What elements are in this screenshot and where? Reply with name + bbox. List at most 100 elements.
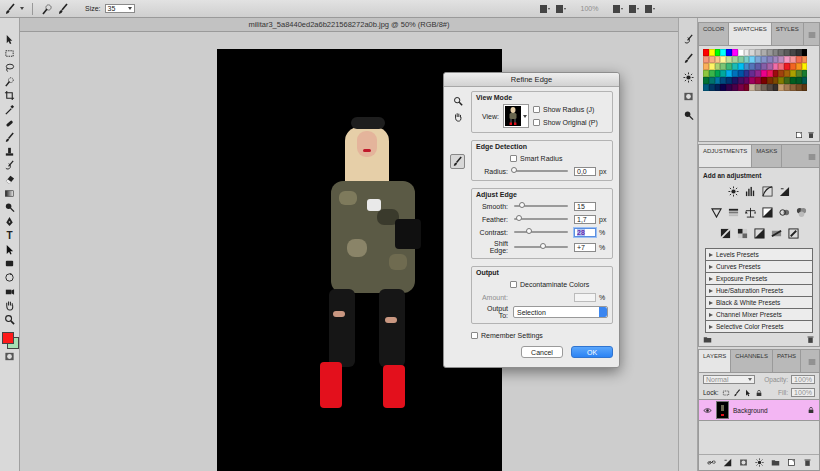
value-field[interactable]: 0,0 — [574, 167, 596, 176]
move-tool-icon[interactable] — [4, 34, 15, 45]
workspace-icon[interactable] — [628, 3, 640, 15]
value-field[interactable]: 28 — [574, 228, 596, 237]
layer-style-icon[interactable] — [723, 458, 732, 467]
lock-image-icon[interactable] — [733, 389, 741, 397]
slider-track[interactable] — [514, 205, 568, 207]
new-group-icon[interactable] — [771, 458, 780, 467]
brightness-icon[interactable] — [728, 186, 739, 197]
curves-icon[interactable] — [762, 186, 773, 197]
threshold-icon[interactable] — [754, 228, 765, 239]
arrange-icon[interactable] — [555, 3, 567, 15]
document-tab[interactable]: militar3_5a8440ed2a6b221568272a0b.jpg @ … — [20, 18, 678, 32]
slider-thumb[interactable] — [511, 167, 517, 173]
panel-menu-icon[interactable] — [808, 31, 816, 39]
quick-mask-icon[interactable] — [4, 351, 15, 362]
panel-tab[interactable]: STYLES — [772, 23, 804, 45]
lock-position-icon[interactable] — [744, 389, 752, 397]
panel-tab[interactable]: COLOR — [699, 23, 729, 45]
3d-camera-tool-icon[interactable] — [4, 286, 15, 297]
cancel-button[interactable]: Cancel — [521, 346, 563, 358]
panel-tab[interactable]: MASKS — [752, 145, 782, 167]
3d-rotate-tool-icon[interactable] — [4, 272, 15, 283]
value[interactable]: 1,7 — [577, 216, 587, 223]
preset-label[interactable]: Levels Presets — [716, 251, 759, 258]
black-white-icon[interactable] — [762, 207, 773, 218]
slider-track[interactable] — [514, 231, 568, 233]
tab-label[interactable]: MASKS — [756, 148, 777, 154]
lock-pixels-icon[interactable] — [722, 389, 730, 397]
preset-item[interactable]: Selective Color Presets — [705, 320, 813, 333]
add-to-selection-icon[interactable] — [57, 3, 69, 15]
foreground-color[interactable] — [2, 332, 14, 344]
gradient-map-icon[interactable] — [771, 228, 782, 239]
blend-mode-dropdown[interactable]: Normal — [703, 375, 755, 384]
value[interactable]: 28 — [577, 229, 585, 236]
quick-select-icon[interactable] — [41, 3, 53, 15]
fill-field[interactable]: 100% — [791, 388, 815, 397]
checkbox[interactable] — [471, 332, 478, 339]
zoom-tool-icon[interactable] — [453, 96, 463, 106]
panel-tab[interactable]: CHANNELS — [731, 350, 773, 372]
tab-label[interactable]: SWATCHES — [733, 26, 766, 32]
value[interactable]: 15 — [577, 203, 585, 210]
fill-value[interactable]: 100% — [794, 389, 812, 396]
preset-label[interactable]: Curves Presets — [716, 263, 760, 270]
link-layers-icon[interactable] — [707, 458, 716, 467]
photo-filter-icon[interactable] — [779, 207, 790, 218]
checkbox[interactable] — [533, 119, 540, 126]
tab-label[interactable]: STYLES — [776, 26, 799, 32]
swatch[interactable] — [802, 77, 808, 84]
color-balance-icon[interactable] — [745, 207, 756, 218]
quick-selection-tool-icon[interactable] — [4, 76, 15, 87]
marquee-tool-icon[interactable] — [4, 48, 15, 59]
crop-tool-icon[interactable] — [4, 90, 15, 101]
levels-icon[interactable] — [745, 186, 756, 197]
visibility-eye-icon[interactable] — [703, 406, 712, 415]
panel-tab[interactable]: ADJUSTMENTS — [699, 145, 752, 167]
panel-menu-icon[interactable] — [808, 153, 816, 161]
shape-tool-icon[interactable] — [4, 258, 15, 269]
channel-mixer-icon[interactable] — [796, 207, 807, 218]
preset-label[interactable]: Channel Mixer Presets — [716, 311, 782, 318]
button-label[interactable]: OK — [587, 349, 597, 356]
masks-panel-icon[interactable] — [683, 91, 694, 102]
swatch[interactable] — [802, 63, 808, 70]
type-tool[interactable]: T — [6, 230, 12, 241]
layer-row[interactable]: Background — [699, 399, 819, 421]
slider-track[interactable] — [514, 218, 568, 220]
gradient-tool-icon[interactable] — [4, 188, 15, 199]
checkbox[interactable] — [510, 281, 517, 288]
hand-tool-icon[interactable] — [4, 300, 15, 311]
swatch[interactable] — [802, 70, 808, 77]
delete-layer-icon[interactable] — [803, 458, 812, 467]
slider-thumb[interactable] — [526, 228, 532, 234]
tool-preset-icon[interactable] — [4, 3, 16, 15]
value-field[interactable]: +7 — [574, 243, 596, 252]
info-panel-icon[interactable] — [683, 110, 694, 121]
slider-thumb[interactable] — [519, 202, 525, 208]
checkbox[interactable] — [533, 106, 540, 113]
hue-saturation-icon[interactable] — [728, 207, 739, 218]
opacity-field[interactable]: 100% — [791, 375, 815, 384]
clone-stamp-tool-icon[interactable] — [4, 146, 15, 157]
tab-label[interactable]: ADJUSTMENTS — [703, 148, 747, 154]
button-label[interactable]: Cancel — [531, 349, 553, 356]
pen-tool-icon[interactable] — [4, 216, 15, 227]
healing-brush-tool-icon[interactable] — [4, 118, 15, 129]
tab-label[interactable]: CHANNELS — [735, 353, 768, 359]
swatch[interactable] — [802, 56, 808, 63]
value-field[interactable]: 15 — [574, 202, 596, 211]
new-layer-icon[interactable] — [787, 458, 796, 467]
zoom-tool-icon[interactable] — [4, 314, 15, 325]
vibrance-icon[interactable] — [711, 207, 722, 218]
add-mask-icon[interactable] — [739, 458, 748, 467]
delete-icon[interactable] — [806, 335, 815, 344]
hand-tool-icon[interactable] — [453, 112, 463, 122]
slider-track[interactable] — [514, 170, 568, 172]
opacity-value[interactable]: 100% — [794, 376, 812, 383]
preset-label[interactable]: Black & White Presets — [716, 299, 780, 306]
panel-tab[interactable]: PATHS — [773, 350, 801, 372]
value[interactable]: 0,0 — [577, 168, 587, 175]
layer-name[interactable]: Background — [733, 407, 768, 414]
brush-tool-icon[interactable] — [4, 132, 15, 143]
